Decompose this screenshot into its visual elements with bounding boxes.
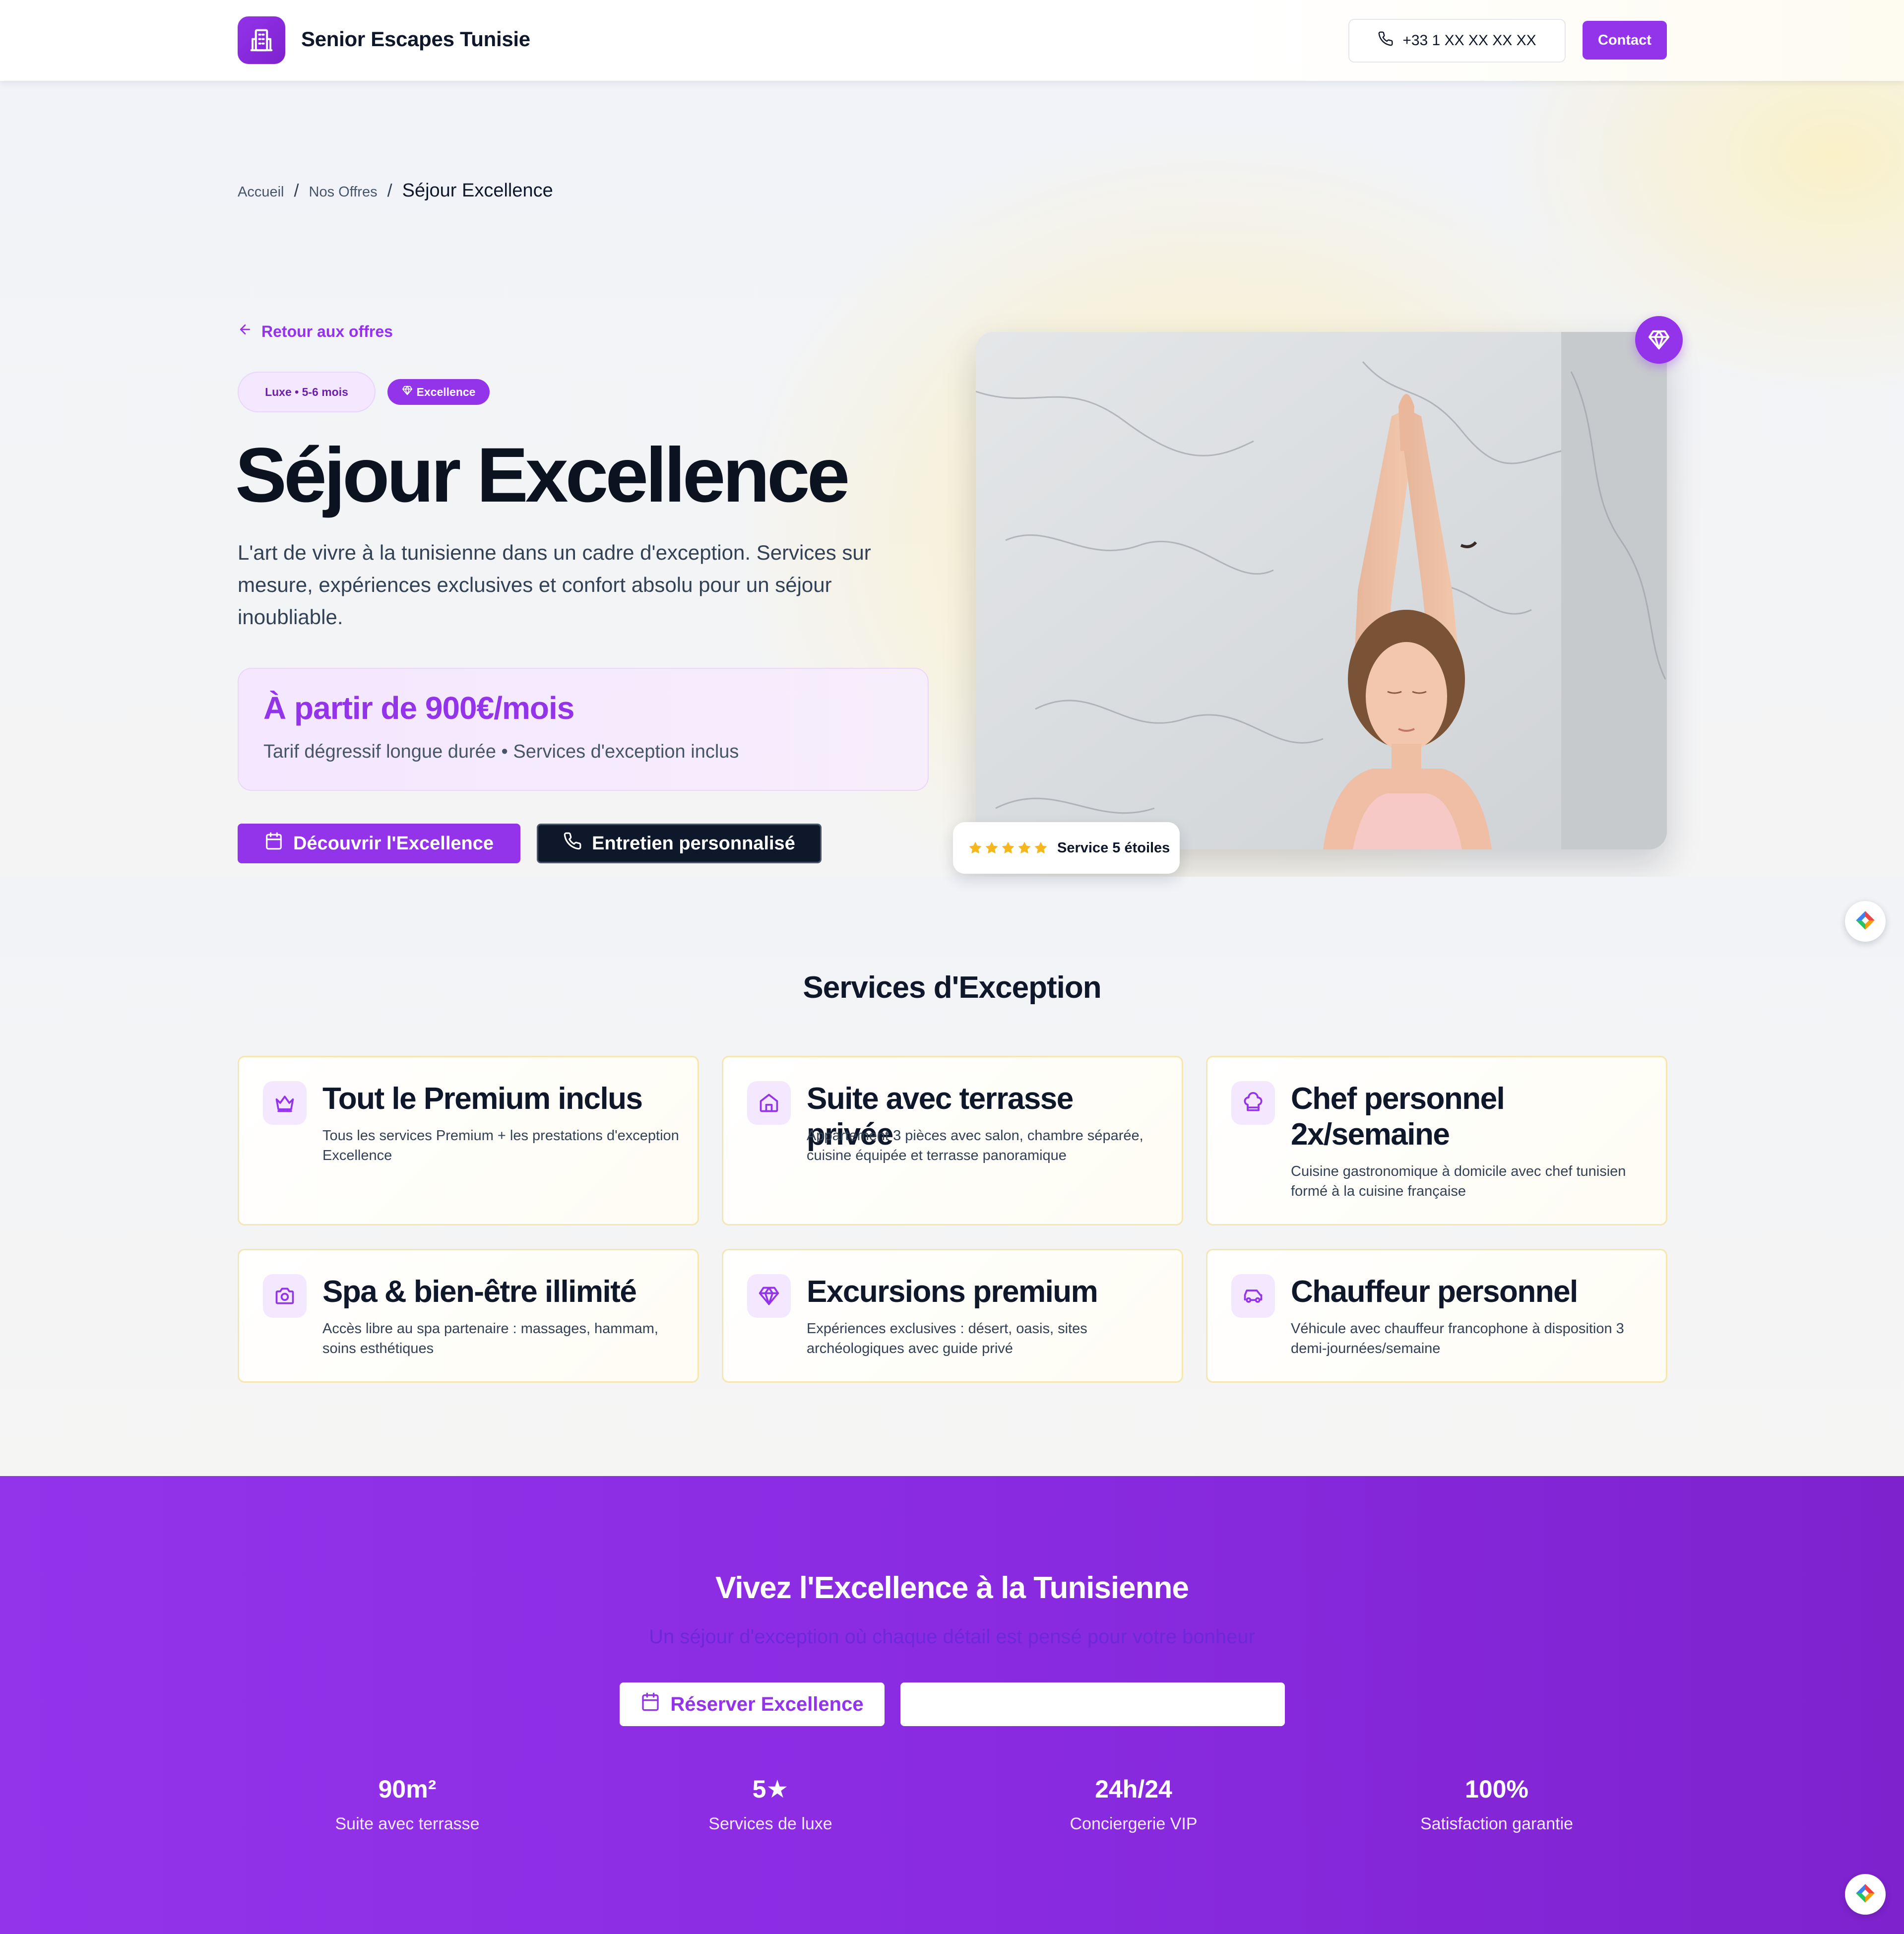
page-title: Séjour Excellence bbox=[235, 432, 850, 518]
phone-button[interactable]: +33 1 XX XX XX XX bbox=[1348, 19, 1566, 63]
hero-section: Accueil / Nos Offres / Séjour Excellence… bbox=[0, 81, 1904, 877]
building-icon[interactable] bbox=[238, 16, 285, 64]
service-card: Chauffeur personnel Véhicule avec chauff… bbox=[1206, 1249, 1667, 1383]
cta-band: Vivez l'Excellence à la Tunisienne Un sé… bbox=[0, 1476, 1904, 1934]
service-title: Tout le Premium inclus bbox=[322, 1082, 643, 1116]
site-header: Senior Escapes Tunisie +33 1 XX XX XX XX… bbox=[0, 0, 1904, 81]
chef-hat-icon bbox=[1231, 1081, 1275, 1125]
stat-item: 100% Satisfaction garantie bbox=[1348, 1775, 1646, 1834]
stat-label: Conciergerie VIP bbox=[1070, 1814, 1198, 1833]
stat-value: 5★ bbox=[752, 1775, 789, 1803]
service-description: Appartement 3 pièces avec salon, chambre… bbox=[807, 1128, 1143, 1163]
rating-label: Service 5 étoiles bbox=[1057, 839, 1170, 856]
breadcrumb-home[interactable]: Accueil bbox=[238, 184, 284, 200]
hero-description: L'art de vivre à la tunisienne dans un c… bbox=[238, 541, 871, 629]
rating-stars bbox=[968, 840, 1048, 855]
price-title: À partir de 900€/mois bbox=[263, 690, 574, 726]
hero-photo bbox=[976, 332, 1667, 849]
service-title: Chauffeur personnel bbox=[1291, 1275, 1578, 1309]
brand-name[interactable]: Senior Escapes Tunisie bbox=[301, 27, 530, 51]
band-title: Vivez l'Excellence à la Tunisienne bbox=[715, 1571, 1189, 1605]
duration-badge: Luxe • 5-6 mois bbox=[238, 372, 376, 412]
star-icon bbox=[1018, 841, 1031, 854]
service-card: Suite avec terrasse privée Appartement 3… bbox=[722, 1056, 1183, 1225]
contact-button[interactable]: Contact bbox=[1583, 21, 1667, 60]
rating-card: Service 5 étoiles bbox=[953, 822, 1180, 874]
stat-value: 90m² bbox=[378, 1775, 437, 1803]
service-description: Cuisine gastronomique à domicile avec ch… bbox=[1291, 1163, 1626, 1199]
reserve-button-label: Réserver Excellence bbox=[670, 1693, 864, 1715]
phone-icon bbox=[1378, 31, 1394, 51]
gem-icon bbox=[402, 385, 413, 399]
secondary-cta-button[interactable] bbox=[900, 1682, 1285, 1726]
diamond-logo-icon bbox=[1853, 908, 1878, 935]
service-title: Excursions premium bbox=[807, 1275, 1098, 1309]
service-description: Expériences exclusives : désert, oasis, … bbox=[807, 1321, 1087, 1356]
service-card: Tout le Premium inclus Tous les services… bbox=[238, 1056, 699, 1225]
star-icon bbox=[1034, 841, 1047, 854]
arrow-left-icon bbox=[238, 322, 253, 341]
interview-button[interactable]: Entretien personnalisé bbox=[537, 824, 822, 863]
discover-button-label: Découvrir l'Excellence bbox=[293, 833, 494, 854]
service-title: Spa & bien-être illimité bbox=[322, 1275, 637, 1309]
tier-badge-label: Excellence bbox=[416, 385, 476, 398]
reserve-button[interactable]: Réserver Excellence bbox=[620, 1682, 885, 1726]
widget-button[interactable] bbox=[1845, 1874, 1886, 1915]
phone-number: +33 1 XX XX XX XX bbox=[1402, 32, 1536, 49]
calendar-icon bbox=[640, 1692, 660, 1717]
widget-button[interactable] bbox=[1845, 901, 1886, 942]
star-icon bbox=[969, 841, 982, 854]
stat-label: Services de luxe bbox=[708, 1814, 832, 1833]
crown-icon bbox=[263, 1081, 307, 1125]
service-card: Excursions premium Expériences exclusive… bbox=[722, 1249, 1183, 1383]
service-card: Chef personnel 2x/semaine Cuisine gastro… bbox=[1206, 1056, 1667, 1225]
diamond-logo-icon bbox=[1853, 1881, 1878, 1908]
breadcrumb-offers[interactable]: Nos Offres bbox=[309, 184, 378, 200]
service-title: Chef personnel 2x/semaine bbox=[1291, 1082, 1505, 1152]
calendar-icon bbox=[264, 832, 283, 855]
tier-badge: Excellence bbox=[387, 379, 490, 405]
camera-icon bbox=[263, 1274, 307, 1318]
gem-icon bbox=[747, 1274, 791, 1318]
breadcrumb-current: Séjour Excellence bbox=[402, 180, 553, 201]
stat-value: 24h/24 bbox=[1095, 1775, 1172, 1803]
service-description: Accès libre au spa partenaire : massages… bbox=[322, 1321, 658, 1356]
breadcrumb-separator: / bbox=[387, 180, 392, 200]
gem-icon bbox=[1635, 316, 1683, 364]
price-card: À partir de 900€/mois Tarif dégressif lo… bbox=[238, 668, 929, 791]
stat-item: 24h/24 Conciergerie VIP bbox=[985, 1775, 1282, 1834]
stat-label: Satisfaction garantie bbox=[1420, 1814, 1574, 1833]
car-icon bbox=[1231, 1274, 1275, 1318]
back-link-label: Retour aux offres bbox=[261, 322, 393, 340]
band-subtitle: Un séjour d'exception où chaque détail e… bbox=[649, 1626, 1255, 1648]
service-description: Tous les services Premium + les prestati… bbox=[322, 1128, 679, 1163]
price-subtitle: Tarif dégressif longue durée • Services … bbox=[263, 741, 739, 762]
stat-item: 5★ Services de luxe bbox=[622, 1775, 919, 1834]
stat-item: 90m² Suite avec terrasse bbox=[258, 1775, 556, 1834]
service-card: Spa & bien-être illimité Accès libre au … bbox=[238, 1249, 699, 1383]
star-icon bbox=[1002, 841, 1015, 854]
breadcrumb: Accueil / Nos Offres / Séjour Excellence bbox=[238, 180, 553, 201]
services-section: Services d'Exception Tout le Premium inc… bbox=[0, 877, 1904, 1476]
stat-label: Suite avec terrasse bbox=[335, 1814, 480, 1833]
phone-icon bbox=[563, 832, 582, 855]
services-title: Services d'Exception bbox=[803, 970, 1101, 1005]
home-icon bbox=[747, 1081, 791, 1125]
breadcrumb-separator: / bbox=[294, 180, 299, 200]
stat-value: 100% bbox=[1465, 1775, 1528, 1803]
back-to-offers-link[interactable]: Retour aux offres bbox=[238, 322, 393, 341]
service-description: Véhicule avec chauffeur francophone à di… bbox=[1291, 1321, 1624, 1356]
interview-button-label: Entretien personnalisé bbox=[592, 833, 795, 854]
star-icon bbox=[985, 841, 998, 854]
discover-button[interactable]: Découvrir l'Excellence bbox=[238, 824, 520, 863]
